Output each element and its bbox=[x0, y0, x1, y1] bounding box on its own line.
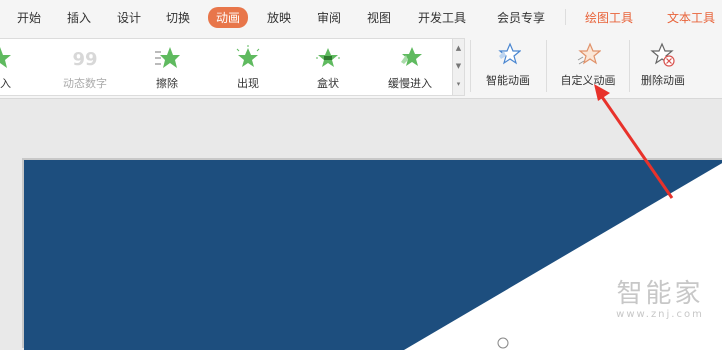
tab-transition[interactable]: 切换 bbox=[166, 9, 190, 26]
tab-design[interactable]: 设计 bbox=[117, 9, 141, 26]
ribbon-divider bbox=[470, 40, 471, 92]
smart-animation-icon bbox=[498, 42, 521, 65]
scroll-up-icon[interactable]: ▲ bbox=[453, 39, 464, 57]
tab-home[interactable]: 开始 bbox=[17, 9, 41, 26]
svg-text:99: 99 bbox=[72, 49, 97, 70]
gallery-item-label: 缓慢进入 bbox=[388, 77, 432, 90]
gallery-scrollbar[interactable]: ▲ ▼ ▾ bbox=[452, 38, 465, 96]
appear-icon bbox=[236, 45, 260, 67]
tab-insert[interactable]: 插入 bbox=[67, 9, 91, 26]
fly-in-icon bbox=[0, 47, 11, 68]
custom-animation-label: 自定义动画 bbox=[560, 74, 616, 87]
tab-animation[interactable]: 动画 bbox=[208, 7, 249, 28]
ribbon-divider bbox=[546, 40, 547, 92]
custom-animation-button[interactable]: 自定义动画 bbox=[553, 40, 623, 94]
smart-animation-button[interactable]: 智能动画 bbox=[476, 40, 540, 94]
gallery-item-label: 出现 bbox=[237, 77, 259, 90]
gallery-item-fly-in[interactable]: 飞入 bbox=[0, 43, 30, 95]
menu-bar: 开始 插入 设计 切换 动画 放映 审阅 视图 开发工具 会员专享 绘图工具 文… bbox=[0, 0, 722, 34]
gallery-item-dynamic-number[interactable]: 99 动态数字 bbox=[55, 43, 115, 95]
wipe-icon bbox=[155, 47, 180, 68]
custom-animation-icon bbox=[577, 42, 601, 65]
gallery-item-label: 飞入 bbox=[0, 77, 11, 90]
delete-animation-icon bbox=[650, 42, 675, 67]
gallery-item-wipe[interactable]: 擦除 bbox=[137, 43, 197, 95]
scroll-down-icon[interactable]: ▼ bbox=[453, 57, 464, 75]
tab-member[interactable]: 会员专享 bbox=[497, 9, 545, 26]
gallery-item-appear[interactable]: 出现 bbox=[218, 43, 278, 95]
watermark-main: 智能家 bbox=[616, 279, 704, 309]
tab-slideshow[interactable]: 放映 bbox=[267, 9, 291, 26]
smart-animation-label: 智能动画 bbox=[486, 74, 530, 87]
tab-developer-tools[interactable]: 开发工具 bbox=[418, 9, 466, 26]
tab-text-tools[interactable]: 文本工具 bbox=[667, 9, 715, 26]
slide-canvas[interactable] bbox=[24, 160, 722, 350]
gallery-item-label: 动态数字 bbox=[63, 77, 107, 90]
tab-view[interactable]: 视图 bbox=[367, 9, 391, 26]
delete-animation-label: 删除动画 bbox=[641, 74, 685, 87]
slow-entry-icon bbox=[401, 47, 422, 66]
gallery-expand-icon[interactable]: ▾ bbox=[453, 75, 464, 93]
tab-drawing-tools[interactable]: 绘图工具 bbox=[585, 9, 633, 26]
animation-ribbon: 飞入 99 动态数字 擦除 出现 bbox=[0, 34, 722, 99]
gallery-item-label: 擦除 bbox=[156, 77, 178, 90]
gallery-item-label: 盒状 bbox=[317, 77, 339, 90]
dynamic-number-icon: 99 bbox=[72, 49, 97, 70]
ribbon-divider bbox=[629, 40, 630, 92]
gallery-item-slow-entry[interactable]: 缓慢进入 bbox=[380, 43, 440, 95]
tab-review[interactable]: 审阅 bbox=[317, 9, 341, 26]
animation-gallery: 飞入 99 动态数字 擦除 出现 bbox=[0, 38, 453, 96]
watermark-url: www.znj.com bbox=[616, 309, 704, 320]
gallery-item-box[interactable]: 盒状 bbox=[298, 43, 358, 95]
watermark: 智能家 www.znj.com bbox=[605, 279, 715, 321]
menu-divider bbox=[565, 9, 566, 25]
delete-animation-button[interactable]: 删除动画 bbox=[633, 40, 693, 94]
box-icon bbox=[316, 48, 340, 67]
slide-background-shape bbox=[24, 160, 722, 350]
